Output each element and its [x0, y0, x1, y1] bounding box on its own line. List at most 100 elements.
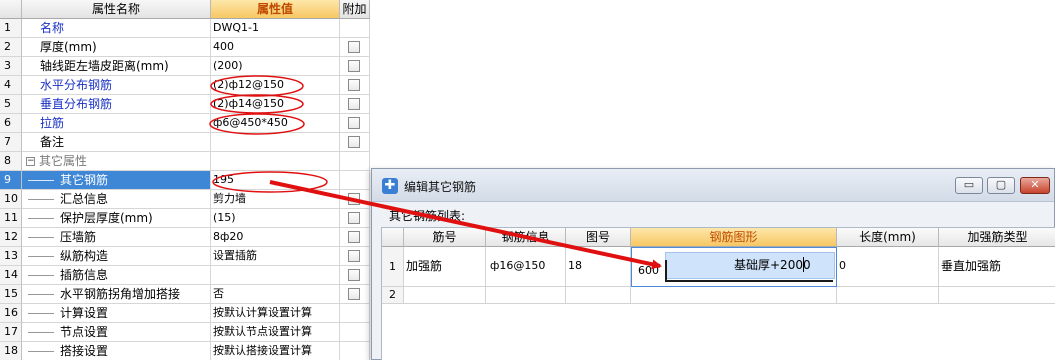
property-value-cell[interactable]: (2)ф12@150 — [211, 76, 340, 95]
attach-checkbox[interactable] — [348, 212, 360, 224]
property-name-label: 垂直分布钢筋 — [40, 97, 113, 111]
attach-checkbox[interactable] — [348, 117, 360, 129]
property-value-cell[interactable]: DWQ1-1 — [211, 19, 340, 38]
property-name-cell[interactable]: 搭接设置 — [22, 342, 211, 360]
property-row[interactable]: 10 汇总信息 剪力墙 — [0, 190, 370, 209]
col-fig-no-header[interactable]: 图号 — [566, 228, 631, 247]
property-value-cell[interactable] — [211, 133, 340, 152]
attach-checkbox[interactable] — [348, 250, 360, 262]
property-value-cell[interactable]: 按默认节点设置计算 — [211, 323, 340, 342]
property-value-cell[interactable]: 否 — [211, 285, 340, 304]
col-length-header[interactable]: 长度(mm) — [837, 228, 939, 247]
rebar-info-cell[interactable]: ф16@150 — [486, 247, 566, 287]
property-name-cell[interactable]: 拉筋 — [22, 114, 211, 133]
property-name-cell[interactable]: 备注 — [22, 133, 211, 152]
bar-no-cell[interactable]: 加强筋 — [404, 247, 486, 287]
attach-checkbox[interactable] — [348, 79, 360, 91]
property-row[interactable]: 17 节点设置 按默认节点设置计算 — [0, 323, 370, 342]
property-row[interactable]: 5 垂直分布钢筋 (2)ф14@150 — [0, 95, 370, 114]
property-value-cell[interactable] — [211, 266, 340, 285]
property-value-header[interactable]: 属性值 — [211, 0, 340, 19]
rebar-info-cell[interactable] — [486, 287, 566, 304]
property-row[interactable]: 13 纵筋构造 设置插筋 — [0, 247, 370, 266]
attach-checkbox[interactable] — [348, 269, 360, 281]
property-name-cell[interactable]: 其它钢筋 — [22, 171, 211, 190]
attach-checkbox[interactable] — [348, 41, 360, 53]
property-name-cell[interactable]: 轴线距左墙皮距离(mm) — [22, 57, 211, 76]
property-name-cell[interactable]: 厚度(mm) — [22, 38, 211, 57]
reinforcement-type-cell[interactable]: 垂直加强筋 — [939, 247, 1055, 287]
shape-dimension-input[interactable]: 基础厚+2000 — [665, 252, 835, 279]
rebar-shape-cell[interactable] — [631, 287, 837, 304]
col-shape-header[interactable]: 钢筋图形 — [631, 228, 837, 247]
col-type-header[interactable]: 加强筋类型 — [939, 228, 1055, 247]
property-value-cell[interactable]: ф6@450*450 — [211, 114, 340, 133]
close-button[interactable]: ✕ — [1020, 177, 1050, 194]
property-name-label: 拉筋 — [40, 116, 65, 130]
property-name-cell[interactable]: 垂直分布钢筋 — [22, 95, 211, 114]
property-row[interactable]: 3 轴线距左墙皮距离(mm) (200) — [0, 57, 370, 76]
property-row[interactable]: 4 水平分布钢筋 (2)ф12@150 — [0, 76, 370, 95]
maximize-button[interactable]: ▢ — [987, 177, 1015, 194]
property-name-header[interactable]: 属性名称 — [22, 0, 211, 19]
property-name-cell[interactable]: 水平钢筋拐角增加搭接 — [22, 285, 211, 304]
property-value-cell[interactable]: 按默认搭接设置计算 — [211, 342, 340, 360]
reinforcement-type-cell[interactable] — [939, 287, 1055, 304]
property-value-cell[interactable]: 8ф20 — [211, 228, 340, 247]
tree-line — [28, 332, 54, 333]
property-value-cell[interactable]: 剪力墙 — [211, 190, 340, 209]
property-row[interactable]: 1 名称 DWQ1-1 — [0, 19, 370, 38]
attach-checkbox[interactable] — [348, 98, 360, 110]
property-row[interactable]: 11 保护层厚度(mm) (15) — [0, 209, 370, 228]
property-row[interactable]: 16 计算设置 按默认计算设置计算 — [0, 304, 370, 323]
property-name-cell[interactable]: − 其它属性 — [22, 152, 211, 171]
property-row[interactable]: 2 厚度(mm) 400 — [0, 38, 370, 57]
property-name-cell[interactable]: 汇总信息 — [22, 190, 211, 209]
length-cell[interactable]: 0 — [837, 247, 939, 287]
rebar-list-label: 其它钢筋列表: — [389, 209, 466, 223]
dialog-titlebar[interactable]: ✚ 编辑其它钢筋 ▭ ▢ ✕ — [372, 169, 1054, 202]
property-name-cell[interactable]: 保护层厚度(mm) — [22, 209, 211, 228]
tree-line — [28, 351, 54, 352]
attach-checkbox[interactable] — [348, 60, 360, 72]
attach-checkbox[interactable] — [348, 136, 360, 148]
attach-cell — [340, 171, 370, 190]
property-value-cell[interactable]: 按默认计算设置计算 — [211, 304, 340, 323]
attach-checkbox[interactable] — [348, 231, 360, 243]
property-name-cell[interactable]: 水平分布钢筋 — [22, 76, 211, 95]
length-cell[interactable] — [837, 287, 939, 304]
property-row[interactable]: 9 其它钢筋 195 — [0, 171, 370, 190]
property-name-label: 汇总信息 — [60, 192, 109, 206]
col-bar-no-header[interactable]: 筋号 — [404, 228, 486, 247]
property-value-cell[interactable]: (2)ф14@150 — [211, 95, 340, 114]
minimize-button[interactable]: ▭ — [955, 177, 983, 194]
property-value-cell[interactable] — [211, 152, 340, 171]
attach-checkbox[interactable] — [348, 288, 360, 300]
property-row[interactable]: 12 压墙筋 8ф20 — [0, 228, 370, 247]
property-row[interactable]: 15 水平钢筋拐角增加搭接 否 — [0, 285, 370, 304]
col-info-header[interactable]: 钢筋信息 — [486, 228, 566, 247]
property-value-cell[interactable]: (15) — [211, 209, 340, 228]
property-name-cell[interactable]: 插筋信息 — [22, 266, 211, 285]
property-row[interactable]: 18 搭接设置 按默认搭接设置计算 — [0, 342, 370, 360]
collapse-icon[interactable]: − — [26, 157, 35, 166]
property-row[interactable]: 6 拉筋 ф6@450*450 — [0, 114, 370, 133]
property-row[interactable]: 8− 其它属性 — [0, 152, 370, 171]
property-row[interactable]: 7 备注 — [0, 133, 370, 152]
fig-no-cell[interactable]: 18 — [566, 247, 631, 287]
property-value-cell[interactable]: 设置插筋 — [211, 247, 340, 266]
property-name-cell[interactable]: 压墙筋 — [22, 228, 211, 247]
attach-header[interactable]: 附加 — [340, 0, 370, 19]
attach-checkbox[interactable] — [348, 193, 360, 205]
fig-no-cell[interactable] — [566, 287, 631, 304]
bar-no-cell[interactable] — [404, 287, 486, 304]
rebar-shape-cell[interactable]: 600 基础厚+2000 — [631, 247, 837, 287]
property-name-cell[interactable]: 计算设置 — [22, 304, 211, 323]
property-name-cell[interactable]: 纵筋构造 — [22, 247, 211, 266]
property-name-cell[interactable]: 节点设置 — [22, 323, 211, 342]
property-value-cell[interactable]: (200) — [211, 57, 340, 76]
property-value-cell[interactable]: 195 — [211, 171, 340, 190]
property-row[interactable]: 14 插筋信息 — [0, 266, 370, 285]
property-name-cell[interactable]: 名称 — [22, 19, 211, 38]
property-value-cell[interactable]: 400 — [211, 38, 340, 57]
